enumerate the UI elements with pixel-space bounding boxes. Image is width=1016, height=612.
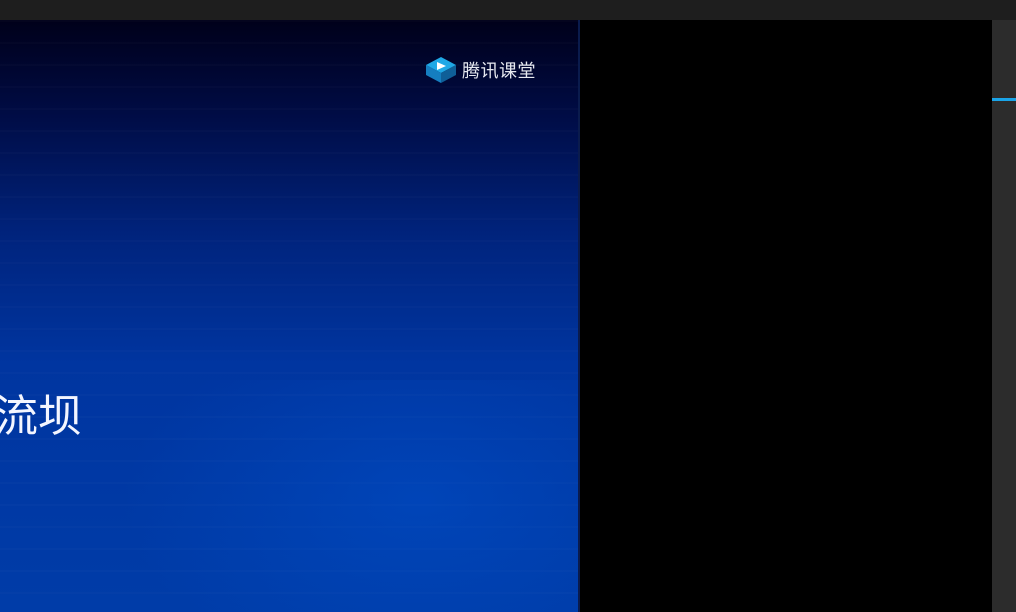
brand-name: 腾讯课堂 [462, 61, 536, 82]
window-top-bar [0, 0, 1016, 20]
side-panel[interactable] [992, 20, 1016, 612]
video-player-stage[interactable]: 腾讯课堂 流坝 [0, 20, 580, 612]
watermark-brand: 腾讯课堂 [425, 56, 536, 84]
empty-video-area [580, 20, 992, 612]
slide-title: 流坝 [0, 391, 82, 442]
side-panel-active-tab-indicator [992, 98, 1016, 101]
tencent-classroom-logo-icon [426, 57, 456, 83]
